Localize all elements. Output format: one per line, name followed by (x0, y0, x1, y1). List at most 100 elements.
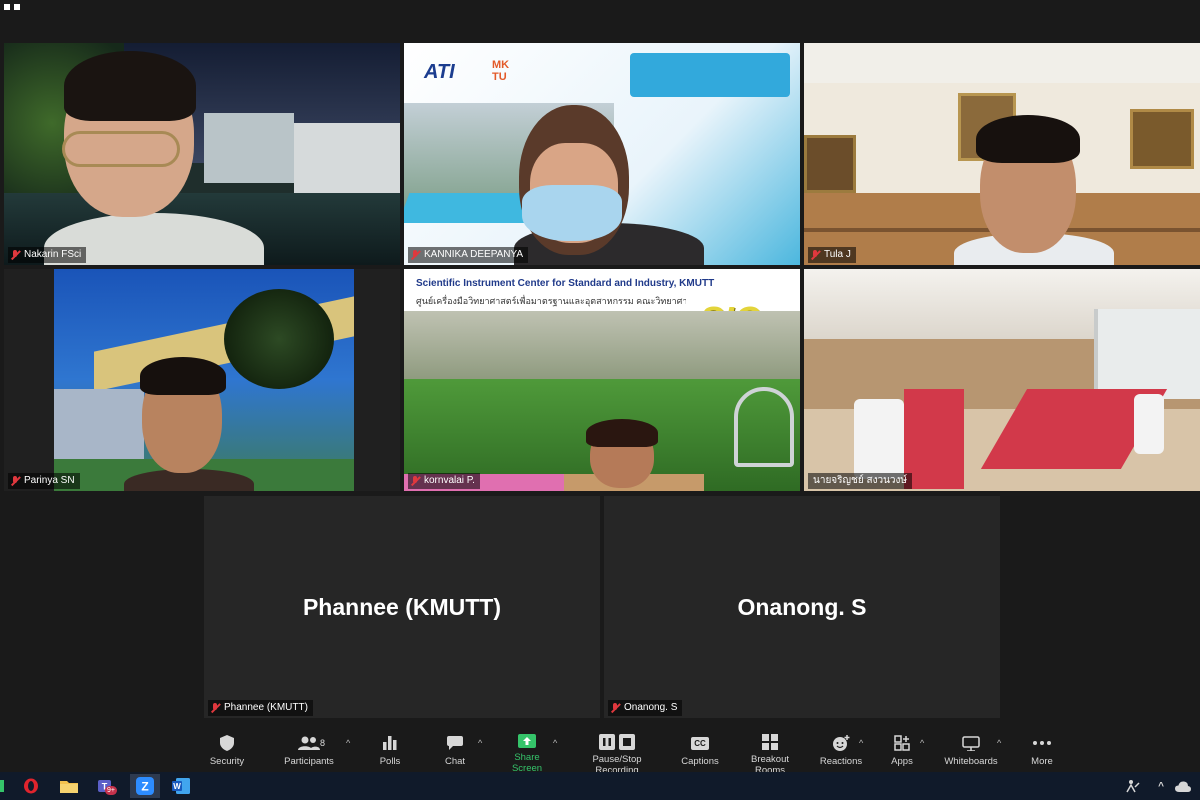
bar-chart-icon (383, 734, 397, 752)
name-tag: Nakarin FSci (8, 247, 87, 263)
banner-text-box (630, 53, 790, 97)
whiteboard-icon (962, 734, 980, 752)
background-building (54, 389, 144, 469)
windows-taskbar: T 9+ Z W ^ (0, 772, 1200, 800)
cloud-icon[interactable] (1172, 776, 1194, 796)
reactions-button[interactable]: Reactions (818, 734, 864, 770)
participant-name: Parinya SN (24, 475, 75, 486)
more-dots-icon (1033, 734, 1051, 752)
security-label: Security (209, 756, 245, 767)
reactions-options-caret[interactable]: ^ (859, 738, 863, 748)
person-hair (64, 51, 196, 121)
mic-muted-icon (211, 703, 220, 713)
file-explorer-icon[interactable] (58, 776, 80, 796)
breakout-rooms-icon (762, 734, 778, 750)
apps-label: Apps (891, 756, 913, 767)
background-ceiling (804, 43, 1200, 83)
captions-button[interactable]: CC Captions (680, 734, 720, 770)
captions-icon: CC (691, 734, 709, 752)
mic-muted-icon (411, 250, 420, 260)
participant-name: KANNIKA DEEPANYA (424, 249, 524, 260)
name-tag: Parinya SN (8, 473, 80, 489)
name-tag: Phannee (KMUTT) (208, 700, 313, 716)
captions-label: Captions (681, 756, 719, 767)
pause-stop-icon (599, 734, 635, 750)
banner-title: Scientific Instrument Center for Standar… (416, 278, 715, 289)
whiteboards-button[interactable]: Whiteboards (942, 734, 1000, 770)
share-screen-button[interactable]: Share Screen (498, 734, 556, 774)
participant-name: Tula J (824, 249, 851, 260)
svg-text:W: W (173, 782, 181, 791)
participant-name: Onanong. S (624, 702, 678, 713)
accessibility-person-icon[interactable] (1122, 776, 1144, 796)
reactions-label: Reactions (819, 756, 863, 767)
picture-frame (1130, 109, 1194, 169)
mic-muted-icon (811, 250, 820, 260)
glasses (62, 131, 180, 167)
video-tile-active-speaker[interactable]: นายจริญชย์ สงวนวงษ์ (804, 269, 1200, 491)
mktu-logo: MK TU (492, 59, 510, 83)
opera-icon[interactable] (20, 776, 42, 796)
video-tile-onanong[interactable]: Onanong. S Onanong. S (604, 496, 1000, 718)
ati-logo: ATI (424, 61, 455, 83)
more-label: More (1031, 756, 1053, 767)
pause-stop-recording-button[interactable]: Pause/Stop Recording (570, 734, 664, 776)
apps-icon (894, 734, 910, 752)
polls-button[interactable]: Polls (372, 734, 408, 770)
breakout-rooms-button[interactable]: Breakout Rooms (736, 734, 804, 776)
mic-muted-icon (411, 476, 420, 486)
display-cabinet (1094, 309, 1200, 399)
word-icon[interactable]: W (170, 776, 192, 796)
apps-options-caret[interactable]: ^ (920, 738, 924, 748)
participant-name: Nakarin FSci (24, 249, 82, 260)
background-tree (224, 289, 334, 389)
share-screen-label: Share Screen (511, 752, 543, 774)
view-toggle-icon[interactable] (4, 4, 26, 12)
participants-button[interactable]: Participants (278, 734, 340, 770)
chairs (854, 399, 904, 479)
video-tile-nakarin[interactable]: Nakarin FSci (4, 43, 400, 265)
chat-bubble-icon (447, 734, 463, 752)
background-building (404, 311, 800, 381)
shield-icon (220, 734, 234, 752)
video-tile-tula[interactable]: Tula J (804, 43, 1200, 265)
chairs (1134, 394, 1164, 454)
mic-muted-icon (611, 703, 620, 713)
teams-notification-badge: 9+ (105, 786, 117, 795)
svg-text:Z: Z (141, 780, 148, 794)
chat-button[interactable]: Chat (438, 734, 472, 770)
background-building (204, 113, 294, 183)
participants-options-caret[interactable]: ^ (346, 738, 350, 748)
whiteboards-options-caret[interactable]: ^ (997, 738, 1001, 748)
participants-icon (298, 734, 320, 752)
security-button[interactable]: Security (202, 734, 252, 770)
chat-options-caret[interactable]: ^ (478, 738, 482, 748)
top-bar (0, 0, 1200, 40)
video-tile-kannika[interactable]: ATI MK TU KANNIKA DEEPANYA (404, 43, 800, 265)
chat-label: Chat (444, 756, 466, 767)
video-tile-phannee[interactable]: Phannee (KMUTT) Phannee (KMUTT) (204, 496, 600, 718)
name-tag: นายจริญชย์ สงวนวงษ์ (808, 473, 913, 489)
video-tile-parinya[interactable]: Parinya SN (4, 269, 400, 491)
share-screen-icon (518, 734, 536, 748)
chevron-up-icon[interactable]: ^ (1150, 776, 1172, 796)
captions-icon-text: CC (691, 736, 709, 750)
zoom-icon[interactable]: Z (130, 774, 160, 798)
apps-button[interactable]: Apps (884, 734, 920, 770)
participants-label: Participants (284, 756, 334, 767)
person-hair (976, 115, 1080, 163)
banner-subtitle: ศูนย์เครื่องมือวิทยาศาสตร์เพื่อมาตรฐานแล… (416, 296, 686, 306)
name-tag: kornvalai P. (408, 473, 480, 489)
mic-muted-icon (11, 250, 20, 260)
name-tag: KANNIKA DEEPANYA (408, 247, 529, 263)
face-mask (522, 185, 622, 241)
share-screen-options-caret[interactable]: ^ (553, 738, 557, 748)
mic-muted-icon (11, 476, 20, 486)
smiley-plus-icon (832, 734, 850, 752)
more-button[interactable]: More (1026, 734, 1058, 770)
whiteboards-label: Whiteboards (944, 756, 998, 767)
app-indicator (0, 780, 4, 792)
polls-label: Polls (379, 756, 401, 767)
video-tile-kornvalai[interactable]: Scientific Instrument Center for Standar… (404, 269, 800, 491)
person-hair (140, 357, 226, 395)
